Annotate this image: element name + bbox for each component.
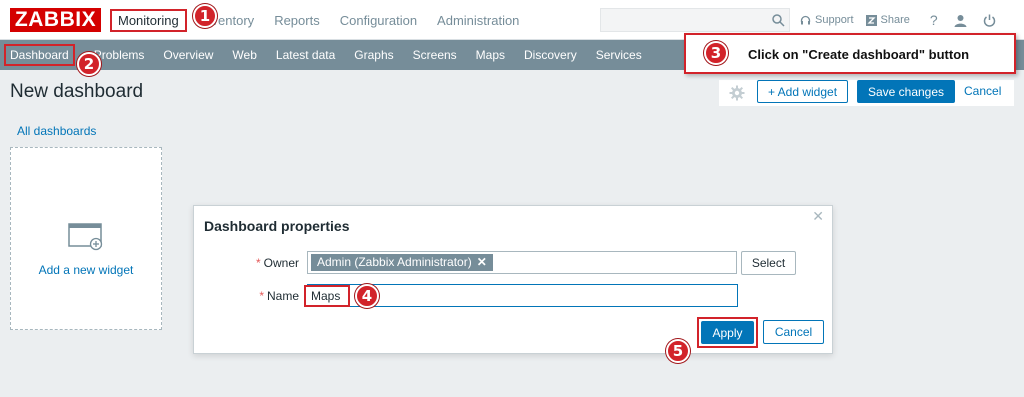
owner-field[interactable]: Admin (Zabbix Administrator) ✕ [307, 251, 737, 274]
submenu-discovery[interactable]: Discovery [524, 48, 577, 62]
sign-out-icon[interactable] [983, 14, 996, 27]
callout-text: Click on "Create dashboard" button [748, 47, 970, 62]
submenu-services[interactable]: Services [596, 48, 642, 62]
name-value[interactable]: Maps [304, 285, 350, 307]
cancel-button[interactable]: Cancel [763, 320, 824, 344]
user-profile-icon[interactable] [954, 14, 967, 27]
add-widget-label[interactable]: Add a new widget [11, 263, 161, 277]
apply-highlight: Apply [697, 317, 758, 348]
all-dashboards-link[interactable]: All dashboards [17, 124, 96, 138]
step-marker-5: 5 [666, 339, 690, 363]
submenu-screens[interactable]: Screens [413, 48, 457, 62]
dashboard-properties-dialog: Dashboard properties ✕ * Owner Admin (Zab… [193, 205, 833, 354]
submenu-web[interactable]: Web [232, 48, 256, 62]
dialog-title: Dashboard properties [204, 218, 350, 234]
headset-icon [800, 15, 811, 24]
add-widget-placeholder[interactable]: Add a new widget [10, 147, 162, 330]
instruction-callout: 3 Click on "Create dashboard" button [684, 33, 1016, 74]
share-label: Share [880, 14, 910, 26]
share-z-icon [865, 14, 877, 26]
save-changes-button[interactable]: Save changes [857, 80, 955, 103]
main-menu: Monitoring Inventory Reports Configurati… [110, 0, 539, 40]
step-marker-2: 2 [77, 52, 101, 76]
menu-reports[interactable]: Reports [274, 13, 320, 28]
help-icon[interactable]: ? [930, 12, 938, 28]
add-widget-button[interactable]: + Add widget [757, 80, 848, 103]
owner-tag: Admin (Zabbix Administrator) ✕ [311, 254, 493, 271]
required-marker: * [255, 256, 261, 270]
submenu-overview[interactable]: Overview [163, 48, 213, 62]
support-link[interactable]: Support [800, 14, 854, 26]
menu-configuration[interactable]: Configuration [340, 13, 417, 28]
name-label: * Name [259, 289, 299, 303]
cancel-link[interactable]: Cancel [964, 84, 1001, 98]
remove-owner-icon[interactable]: ✕ [477, 255, 487, 269]
close-icon[interactable]: ✕ [812, 209, 824, 225]
menu-administration[interactable]: Administration [437, 13, 519, 28]
submenu-graphs[interactable]: Graphs [354, 48, 393, 62]
support-label: Support [815, 14, 854, 26]
required-marker: * [259, 289, 264, 303]
menu-monitoring[interactable]: Monitoring [110, 8, 187, 32]
step-marker-4: 4 [355, 284, 379, 308]
gear-icon[interactable] [729, 85, 745, 101]
search-icon[interactable] [771, 13, 785, 27]
owner-value: Admin (Zabbix Administrator) [317, 255, 472, 269]
step-marker-1: 1 [193, 4, 217, 28]
add-widget-icon [68, 223, 103, 251]
submenu-problems[interactable]: Problems [94, 48, 145, 62]
submenu-maps[interactable]: Maps [476, 48, 505, 62]
owner-label: * Owner [255, 256, 299, 270]
share-link[interactable]: Share [865, 14, 910, 26]
zabbix-logo[interactable]: ZABBIX [10, 8, 101, 32]
page-title: New dashboard [10, 81, 144, 102]
step-marker-3: 3 [704, 41, 728, 65]
submenu-dashboard[interactable]: Dashboard [4, 44, 75, 66]
search-input[interactable] [600, 8, 790, 32]
submenu-latest-data[interactable]: Latest data [276, 48, 335, 62]
apply-button[interactable]: Apply [701, 321, 754, 344]
select-owner-button[interactable]: Select [741, 251, 796, 275]
